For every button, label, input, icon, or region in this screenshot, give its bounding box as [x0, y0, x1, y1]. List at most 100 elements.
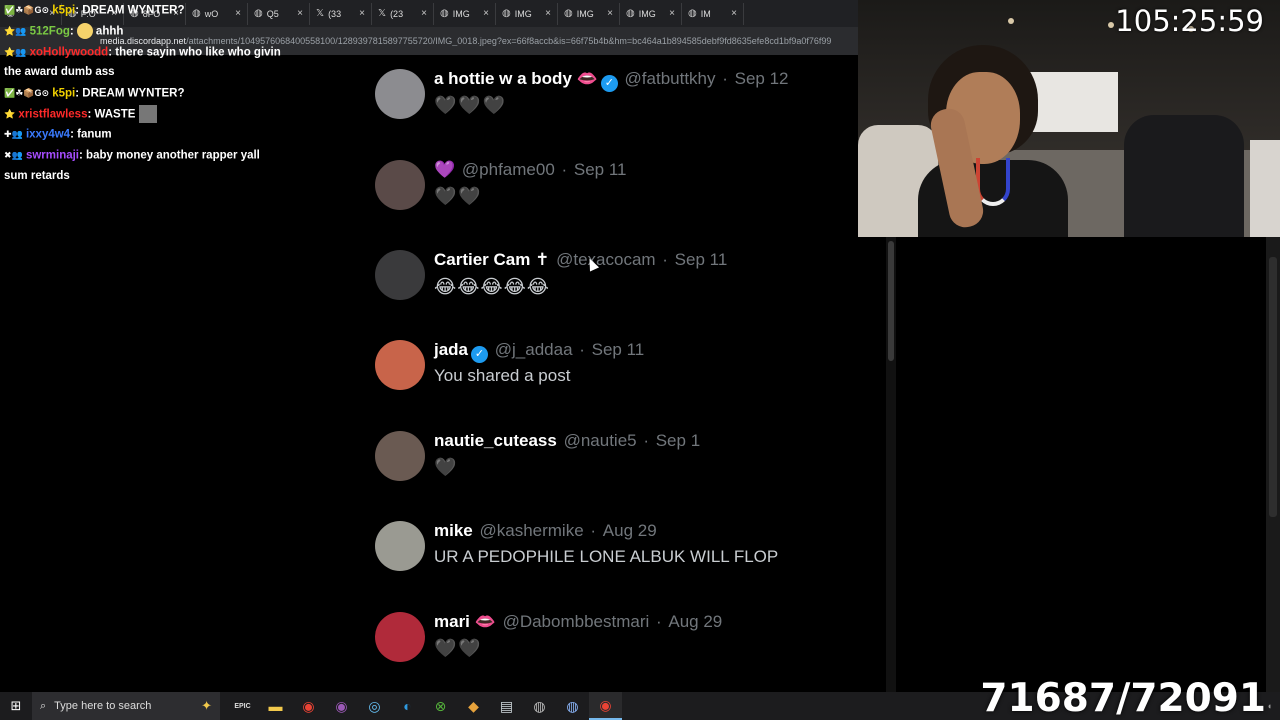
epic-games-icon[interactable]: EPIC — [226, 692, 259, 720]
reply-item[interactable]: Cartier Cam ✝ @texacocam · Sep 11 😂😂😂😂😂 — [373, 250, 886, 330]
avatar[interactable] — [375, 160, 425, 210]
reply-date: Sep 1 — [655, 431, 701, 450]
reply-handle[interactable]: @texacocam — [556, 250, 655, 269]
tab-label: IMG — [452, 8, 470, 19]
chat-username[interactable]: 512Fog — [30, 25, 70, 37]
chat-badges: ✖👥 — [4, 150, 23, 161]
reply-header: mike @kashermike · Aug 29 — [434, 521, 657, 541]
close-tab-icon[interactable]: × — [483, 8, 489, 19]
close-tab-icon[interactable]: × — [607, 8, 613, 19]
name-emoji: ✝ — [535, 250, 550, 269]
x-logo-icon: 𝕏 — [378, 8, 387, 19]
chat-message: the award dumb ass — [0, 62, 370, 83]
avatar[interactable] — [375, 69, 425, 119]
reply-body: 🖤 — [434, 457, 459, 477]
separator-dot: · — [657, 250, 673, 269]
reply-date: Sep 12 — [734, 69, 789, 88]
volume-icon[interactable]: ◖ — [1267, 701, 1272, 711]
browser-tab[interactable]: ◍ IMG × — [558, 2, 620, 25]
page-scrollbar[interactable] — [1266, 237, 1280, 692]
chrome-active-icon[interactable]: ◉ — [589, 692, 622, 720]
globe-icon: ◍ — [564, 8, 573, 19]
reply-author-name[interactable]: mike — [434, 521, 473, 540]
avatar[interactable] — [375, 250, 425, 300]
reply-body: 🖤🖤 — [434, 186, 483, 206]
browser-tab[interactable]: ◍ IMG × — [496, 2, 558, 25]
browser-tab[interactable]: 𝕏 (23 × — [372, 2, 434, 25]
close-tab-icon[interactable]: × — [545, 8, 551, 19]
chat-username[interactable]: k5pi — [52, 87, 75, 99]
reply-date: Aug 29 — [602, 521, 657, 540]
close-tab-icon[interactable]: × — [421, 8, 427, 19]
windows-start-icon[interactable]: ⊞ — [0, 692, 32, 720]
obs-alt-icon[interactable]: ◍ — [556, 692, 589, 720]
reply-handle[interactable]: @fatbuttkhy — [625, 69, 716, 88]
notepad-icon[interactable]: ▤ — [490, 692, 523, 720]
reply-item[interactable]: mari 👄 @Dabombbestmari · Aug 29 🖤🖤 — [373, 612, 886, 692]
close-tab-icon[interactable]: × — [669, 8, 675, 19]
reply-author-name[interactable]: Cartier Cam — [434, 250, 530, 269]
file-explorer-icon[interactable]: ▬ — [259, 692, 292, 720]
chrome-icon[interactable]: ◉ — [292, 692, 325, 720]
reply-date: Aug 29 — [668, 612, 723, 631]
chat-username[interactable]: swrminaji — [26, 149, 79, 161]
separator-dot: · — [638, 431, 654, 450]
separator-dot: · — [556, 160, 572, 179]
unknown-app-icon[interactable]: ◆ — [457, 692, 490, 720]
browser-tab[interactable]: ◍ IM × — [682, 2, 744, 25]
reply-body: 🖤🖤 — [434, 638, 483, 658]
obs-icon[interactable]: ◍ — [523, 692, 556, 720]
separator-dot: · — [717, 69, 733, 88]
chat-text: sum retards — [4, 169, 70, 182]
search-icon: ⌕ — [40, 699, 47, 712]
browser-tab[interactable]: ◍ IMG × — [620, 2, 682, 25]
avatar[interactable] — [375, 521, 425, 571]
chat-text: ahhh — [95, 25, 124, 38]
reply-item[interactable]: a hottie w a body 👄 ✓ @fatbuttkhy · Sep 1… — [373, 69, 886, 149]
reply-handle[interactable]: @nautie5 — [564, 431, 637, 450]
reply-handle[interactable]: @phfame00 — [462, 160, 555, 179]
page-scrollbar-thumb[interactable] — [1269, 257, 1277, 517]
reply-author-name[interactable]: mari — [434, 612, 470, 631]
reply-handle[interactable]: @j_addaa — [495, 340, 573, 359]
globe-icon: ◍ — [502, 8, 511, 19]
edge-icon[interactable]: ◐ — [391, 692, 424, 720]
chat-username[interactable]: ixxy4w4 — [26, 129, 70, 141]
reply-date: Sep 11 — [573, 160, 627, 179]
reply-item[interactable]: mike @kashermike · Aug 29 UR A PEDOPHILE … — [373, 521, 886, 601]
reply-author-name[interactable]: a hottie w a body — [434, 69, 572, 88]
reply-author-name[interactable]: jada — [434, 340, 468, 359]
feed-scrollbar-thumb[interactable] — [888, 241, 894, 361]
streamer — [918, 40, 1068, 237]
chat-username[interactable]: xristflawless — [18, 108, 87, 120]
browser-tab[interactable]: ◍ IMG × — [434, 2, 496, 25]
avatar[interactable] — [375, 612, 425, 662]
reply-body: UR A PEDOPHILE LONE ALBUK WILL FLOP — [434, 547, 779, 566]
reply-item[interactable]: nautie_cuteass @nautie5 · Sep 1 🖤 — [373, 431, 886, 511]
chat-message: sum retards — [0, 166, 370, 187]
avatar[interactable] — [375, 431, 425, 481]
chat-text: DREAM WYNTER? — [82, 4, 185, 17]
close-tab-icon[interactable]: × — [731, 8, 737, 19]
taskbar-search[interactable]: ⌕ Type here to search ✦ — [32, 692, 220, 720]
xbox-icon[interactable]: ⊗ — [424, 692, 457, 720]
reply-item[interactable]: jada ✓ @j_addaa · Sep 11 You shared a post — [373, 340, 886, 420]
reply-header: a hottie w a body 👄 ✓ @fatbuttkhy · Sep 1… — [434, 69, 789, 92]
avatar[interactable] — [375, 340, 425, 390]
chrome-profile-icon[interactable]: ◉ — [325, 692, 358, 720]
feed-scrollbar[interactable] — [886, 237, 896, 692]
replies-feed: a hottie w a body 👄 ✓ @fatbuttkhy · Sep 1… — [373, 55, 886, 692]
separator-dot: · — [651, 612, 667, 631]
reply-handle[interactable]: @Dabombbestmari — [503, 612, 650, 631]
reply-handle[interactable]: @kashermike — [479, 521, 583, 540]
cam-chair — [1250, 140, 1280, 237]
reply-item[interactable]: 💜 @phfame00 · Sep 11 🖤🖤 — [373, 160, 886, 240]
sparkle-icon: ✦ — [201, 698, 212, 713]
chat-message: ⭐👥 xoHollywoodd: there sayin who like wh… — [0, 42, 370, 63]
stream-timer: 105:25:59 — [1115, 4, 1264, 38]
gaming-chair — [1124, 115, 1244, 237]
chat-username[interactable]: xoHollywoodd — [30, 46, 109, 58]
chat-username[interactable]: k5pi — [52, 4, 75, 16]
steam-icon[interactable]: ◎ — [358, 692, 391, 720]
reply-author-name[interactable]: nautie_cuteass — [434, 431, 557, 450]
